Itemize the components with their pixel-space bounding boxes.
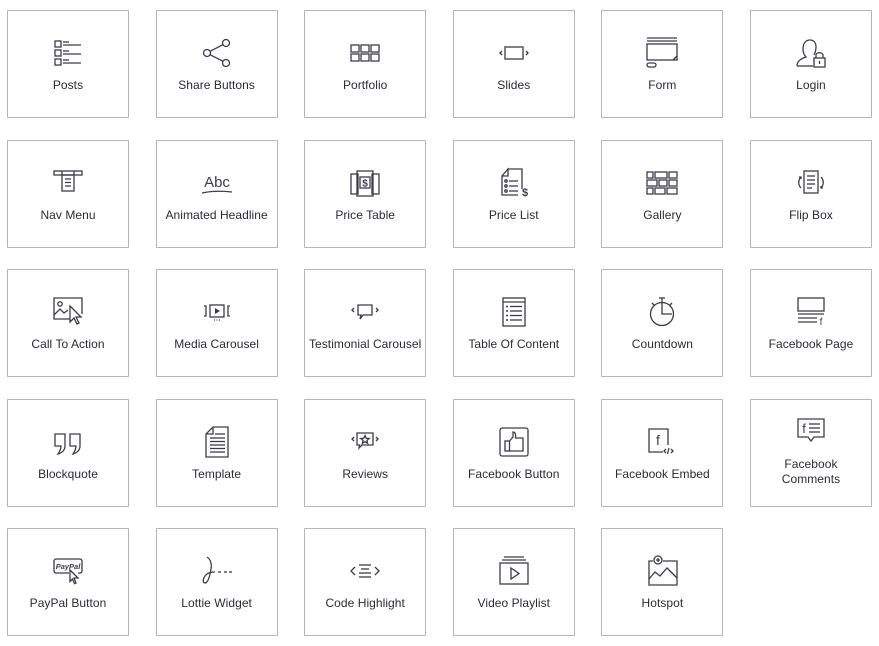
- widget-label: Testimonial Carousel: [308, 337, 422, 351]
- widget-label: Lottie Widget: [181, 596, 252, 610]
- reviews-star-icon: [305, 426, 425, 458]
- facebook-like-button-icon: [454, 426, 574, 458]
- facebook-embed-icon: f: [602, 426, 722, 458]
- widget-facebook-button[interactable]: Facebook Button: [452, 398, 575, 507]
- widget-label: Hotspot: [641, 596, 684, 610]
- widget-label: Facebook Embed: [614, 466, 710, 481]
- posts-icon: [8, 37, 128, 69]
- widget-facebook-page[interactable]: f Facebook Page: [749, 269, 872, 377]
- widget-facebook-comments[interactable]: f Facebook Comments: [749, 398, 872, 507]
- share-icon: [157, 37, 277, 69]
- widget-label: Form: [648, 78, 677, 92]
- widget-countdown[interactable]: Countdown: [601, 269, 724, 377]
- widget-label: Gallery: [643, 207, 682, 222]
- widget-label: Price List: [488, 207, 539, 222]
- widget-label: Countdown: [631, 337, 693, 351]
- widget-label: Video Playlist: [477, 596, 551, 610]
- facebook-page-icon: f: [751, 296, 871, 328]
- price-symbol: $: [522, 187, 528, 199]
- facebook-f-glyph: f: [656, 432, 660, 448]
- login-user-lock-icon: [751, 37, 871, 69]
- widget-label: Animated Headline: [165, 207, 268, 222]
- paypal-text: PayPal: [56, 562, 82, 571]
- widget-label: Template: [192, 466, 242, 481]
- price-list-icon: $: [454, 166, 574, 199]
- animated-headline-icon-text: Abc: [204, 174, 230, 191]
- table-of-content-icon: [454, 296, 574, 328]
- nav-menu-icon: [8, 167, 128, 199]
- widget-posts[interactable]: Posts: [7, 10, 129, 118]
- gallery-icon: [602, 167, 722, 199]
- hotspot-icon: [602, 555, 722, 587]
- widget-grid: Posts Share Buttons Portfolio Slides For…: [7, 10, 873, 636]
- template-document-icon: [157, 425, 277, 458]
- facebook-f-glyph: f: [820, 317, 823, 328]
- widget-label: Media Carousel: [174, 337, 259, 351]
- widget-portfolio[interactable]: Portfolio: [304, 10, 427, 118]
- widget-label: Posts: [52, 78, 84, 92]
- widget-label: Facebook Comments: [781, 456, 841, 486]
- widget-label: Portfolio: [342, 78, 388, 92]
- testimonial-carousel-icon: [305, 296, 425, 328]
- media-carousel-icon: [157, 296, 277, 328]
- flip-box-icon: [751, 167, 871, 199]
- paypal-button-icon: PayPal: [8, 555, 128, 587]
- portfolio-grid-icon: [305, 37, 425, 69]
- widget-share-buttons[interactable]: Share Buttons: [155, 10, 278, 118]
- widget-label: Slides: [497, 78, 531, 92]
- widget-reviews[interactable]: Reviews: [304, 398, 427, 507]
- widget-label: Price Table: [335, 207, 396, 222]
- widget-label: Table Of Content: [468, 337, 560, 351]
- widget-login[interactable]: Login: [749, 10, 872, 118]
- widget-slides[interactable]: Slides: [452, 10, 575, 118]
- form-icon: [602, 37, 722, 69]
- widget-paypal-button[interactable]: PayPal PayPal Button: [7, 528, 129, 636]
- widget-flip-box[interactable]: Flip Box: [749, 139, 872, 248]
- widget-lottie[interactable]: Lottie Widget: [155, 528, 278, 636]
- widget-code-highlight[interactable]: Code Highlight: [304, 528, 427, 636]
- widget-label: Facebook Page: [768, 337, 854, 351]
- widget-hotspot[interactable]: Hotspot: [601, 528, 724, 636]
- lottie-icon: [157, 555, 277, 587]
- widget-price-list[interactable]: $ Price List: [452, 139, 575, 248]
- widget-facebook-embed[interactable]: f Facebook Embed: [601, 398, 724, 507]
- widget-call-to-action[interactable]: Call To Action: [7, 269, 129, 377]
- blockquote-icon: [8, 426, 128, 458]
- facebook-f-glyph: f: [802, 421, 806, 436]
- widget-media-carousel[interactable]: Media Carousel: [155, 269, 278, 377]
- widget-gallery[interactable]: Gallery: [601, 139, 724, 248]
- widget-testimonial-carousel[interactable]: Testimonial Carousel: [304, 269, 427, 377]
- widget-label: PayPal Button: [29, 596, 107, 610]
- widget-blockquote[interactable]: Blockquote: [7, 398, 129, 507]
- video-playlist-icon: [454, 555, 574, 587]
- slides-icon: [454, 37, 574, 69]
- widget-label: Code Highlight: [325, 596, 405, 610]
- widget-label: Reviews: [342, 466, 389, 481]
- widget-template[interactable]: Template: [155, 398, 278, 507]
- widget-label: Flip Box: [789, 207, 833, 222]
- widget-nav-menu[interactable]: Nav Menu: [7, 139, 129, 248]
- code-highlight-icon: [305, 555, 425, 587]
- widget-label: Facebook Button: [468, 466, 560, 481]
- widget-label: Login: [796, 78, 826, 92]
- animated-headline-icon: Abc: [157, 167, 277, 199]
- widget-video-playlist[interactable]: Video Playlist: [452, 528, 575, 636]
- countdown-stopwatch-icon: [602, 296, 722, 328]
- widget-label: Call To Action: [31, 337, 105, 351]
- widget-label: Nav Menu: [40, 207, 96, 222]
- call-to-action-icon: [8, 296, 128, 328]
- widget-label: Share Buttons: [178, 78, 255, 92]
- widget-price-table[interactable]: $ Price Table: [304, 139, 427, 248]
- price-table-icon: $: [305, 167, 425, 199]
- facebook-comments-icon: f: [751, 416, 871, 448]
- widget-label: Blockquote: [38, 466, 98, 481]
- widget-animated-headline[interactable]: Abc Animated Headline: [155, 139, 278, 248]
- widget-table-of-content[interactable]: Table Of Content: [452, 269, 575, 377]
- price-symbol: $: [362, 178, 368, 189]
- widget-form[interactable]: Form: [601, 10, 724, 118]
